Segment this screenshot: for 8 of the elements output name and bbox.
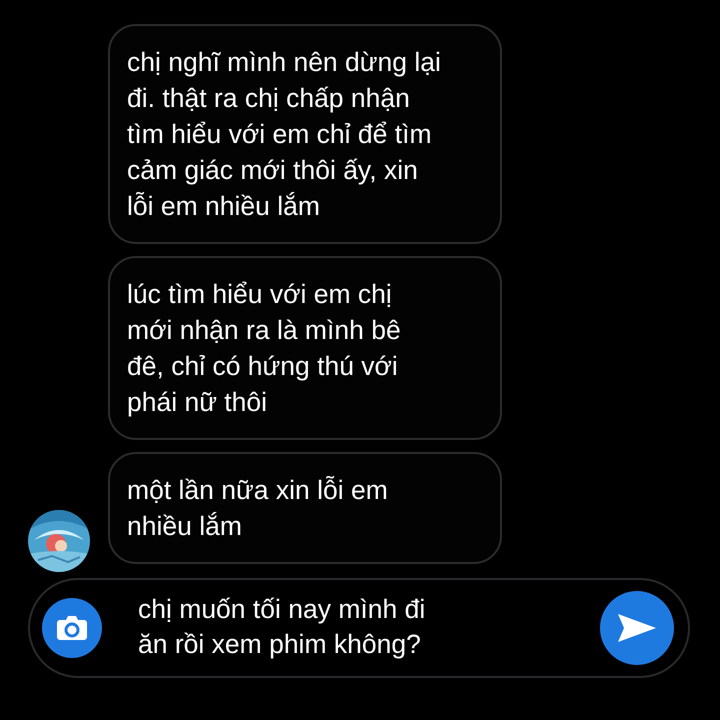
message-bubble: một lần nữa xin lỗi em nhiều lắm xyxy=(108,452,502,564)
send-icon xyxy=(618,614,656,642)
message-bubble: chị nghĩ mình nên dừng lại đi. thật ra chị chấp nhận tìm hiểu với em chỉ để tìm cảm giác mới thôi ấy, xin lỗi em nhiều lắm xyxy=(108,24,502,244)
camera-icon xyxy=(57,615,87,641)
message-input[interactable]: chị muốn tối nay mình đi ăn rồi xem phim không? xyxy=(138,592,538,664)
send-button[interactable] xyxy=(600,591,674,665)
message-bubble: lúc tìm hiểu với em chị mới nhận ra là mình bê đê, chỉ có hứng thú với phái nữ thôi xyxy=(108,256,502,440)
message-field[interactable]: chị muốn tối nay mình đi ăn rồi xem phim không? xyxy=(28,578,690,678)
